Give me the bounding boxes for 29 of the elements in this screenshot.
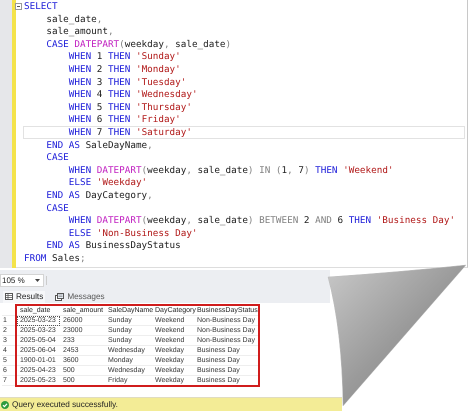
code-line: WHEN DATEPART(weekday, sale_date) BETWEEN 2 AND 6 THEN 'Business Day': [68, 214, 456, 227]
code-line: WHEN 4 THEN 'Wednesday': [68, 88, 199, 101]
code-line: WHEN 2 THEN 'Monday': [68, 62, 182, 76]
messages-icon: [55, 292, 64, 300]
results-tab[interactable]: Messages: [53, 290, 107, 302]
collapse-icon[interactable]: [15, 3, 22, 10]
code-line: CASE DATEPART(weekday, sale_date): [45, 38, 232, 50]
code-line: WHEN 3 THEN 'Tuesday': [68, 76, 188, 88]
code-line: WHEN 6 THEN 'Friday': [68, 113, 182, 126]
code-line: SELECT: [23, 0, 59, 13]
success-icon: [1, 400, 9, 408]
code-line: ELSE 'Non-Business Day': [68, 226, 199, 240]
code-line: sale_date,: [45, 12, 104, 26]
grid-icon: [5, 293, 13, 300]
code-line: WHEN DATEPART(weekday, sale_date) IN (1, 7) THEN 'Weekend': [68, 164, 395, 176]
zoom-dropdown[interactable]: 105 %: [0, 274, 44, 286]
code-line: FROM Sales;: [23, 252, 87, 264]
code-line: ELSE 'Weekday': [68, 176, 148, 189]
code-line: END AS BusinessDayStatus: [45, 239, 182, 252]
caret-icon: [35, 278, 40, 282]
code-line: END AS SaleDayName,: [45, 138, 154, 152]
code-line: sale_amount,: [45, 25, 115, 38]
code-line: WHEN 1 THEN 'Sunday': [68, 50, 182, 63]
code-line: END AS DayCategory,: [45, 188, 154, 202]
code-line: CASE: [45, 202, 70, 214]
status-message: Query executed successfully.: [12, 400, 118, 409]
results-tab[interactable]: Results: [3, 290, 46, 302]
code-line: CASE: [45, 151, 70, 164]
code-line: WHEN 5 THEN 'Thursday': [68, 100, 193, 114]
